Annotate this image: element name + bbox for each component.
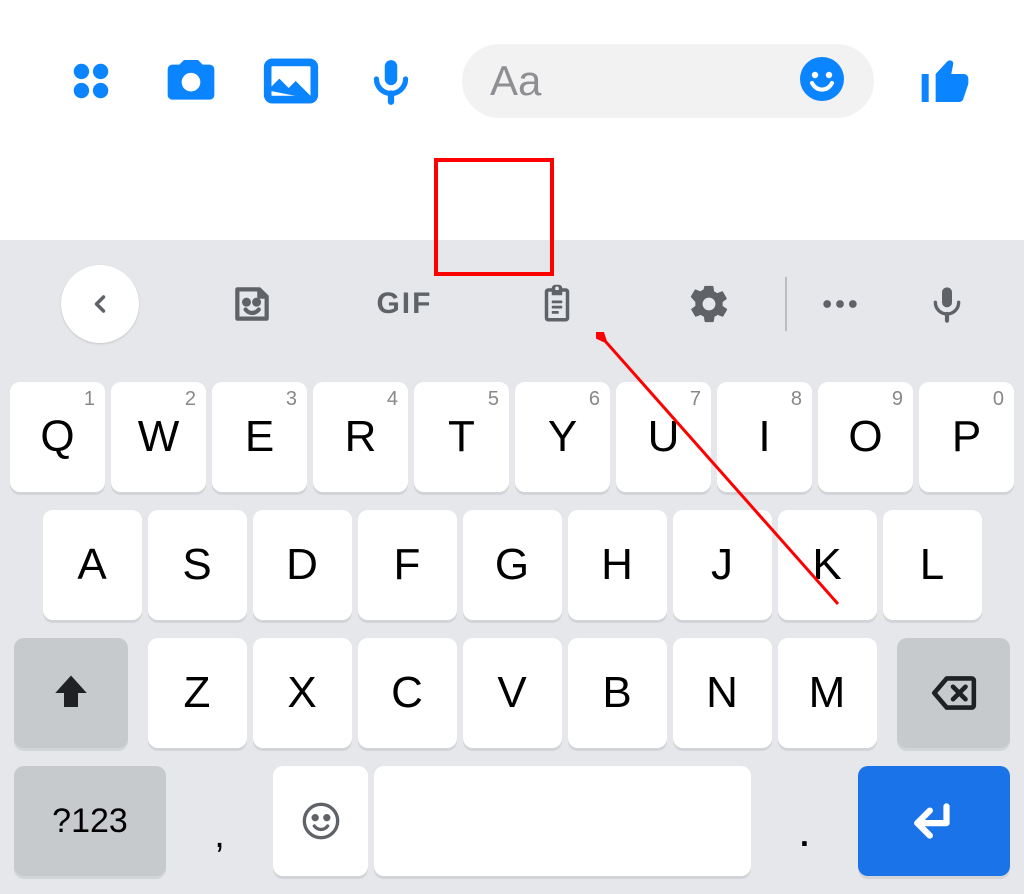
key-l[interactable]: L — [883, 510, 982, 620]
more-icon[interactable] — [787, 240, 894, 368]
key-x[interactable]: X — [253, 638, 352, 748]
key-row-3: Z X C V B N M — [148, 638, 877, 748]
keyboard-back-button[interactable] — [24, 240, 176, 368]
key-row-2: A S D F G H J K L — [6, 510, 1018, 620]
key-p[interactable]: 0P — [919, 382, 1014, 492]
symbols-key[interactable]: ?123 — [14, 766, 166, 876]
key-t[interactable]: 5T — [414, 382, 509, 492]
like-icon[interactable] — [916, 52, 974, 110]
key-o[interactable]: 9O — [818, 382, 913, 492]
period-key[interactable]: . — [757, 766, 852, 876]
key-d[interactable]: D — [253, 510, 352, 620]
key-w[interactable]: 2W — [111, 382, 206, 492]
key-c[interactable]: C — [358, 638, 457, 748]
comma-key[interactable]: , — [172, 766, 267, 876]
key-b[interactable]: B — [568, 638, 667, 748]
voice-input-icon[interactable] — [893, 240, 1000, 368]
messenger-composer: Aa — [0, 0, 1024, 162]
settings-icon[interactable] — [633, 240, 785, 368]
clipboard-icon[interactable] — [481, 240, 633, 368]
camera-icon[interactable] — [162, 52, 220, 110]
onscreen-keyboard: GIF 1Q 2W 3E 4R 5T 6Y 7U 8I 9O 0P — [0, 240, 1024, 894]
key-v[interactable]: V — [463, 638, 562, 748]
key-r[interactable]: 4R — [313, 382, 408, 492]
key-s[interactable]: S — [148, 510, 247, 620]
shift-key[interactable] — [14, 638, 128, 748]
key-g[interactable]: G — [463, 510, 562, 620]
keyboard-toolbar: GIF — [0, 240, 1024, 368]
apps-icon[interactable] — [62, 52, 120, 110]
gallery-icon[interactable] — [262, 52, 320, 110]
enter-key[interactable] — [858, 766, 1010, 876]
key-rows: 1Q 2W 3E 4R 5T 6Y 7U 8I 9O 0P A S D F G … — [0, 368, 1024, 894]
message-input[interactable]: Aa — [462, 44, 874, 118]
key-f[interactable]: F — [358, 510, 457, 620]
backspace-key[interactable] — [897, 638, 1011, 748]
emoji-key[interactable] — [273, 766, 368, 876]
key-k[interactable]: K — [778, 510, 877, 620]
key-q[interactable]: 1Q — [10, 382, 105, 492]
sticker-icon[interactable] — [176, 240, 328, 368]
key-y[interactable]: 6Y — [515, 382, 610, 492]
message-placeholder: Aa — [490, 57, 786, 105]
key-n[interactable]: N — [673, 638, 772, 748]
key-u[interactable]: 7U — [616, 382, 711, 492]
gif-label: GIF — [376, 287, 432, 321]
key-i[interactable]: 8I — [717, 382, 812, 492]
key-row-1: 1Q 2W 3E 4R 5T 6Y 7U 8I 9O 0P — [6, 382, 1018, 492]
key-z[interactable]: Z — [148, 638, 247, 748]
key-e[interactable]: 3E — [212, 382, 307, 492]
key-h[interactable]: H — [568, 510, 667, 620]
mic-icon[interactable] — [362, 52, 420, 110]
space-key[interactable] — [374, 766, 751, 876]
key-a[interactable]: A — [43, 510, 142, 620]
emoji-picker-icon[interactable] — [798, 55, 846, 108]
key-j[interactable]: J — [673, 510, 772, 620]
gif-button[interactable]: GIF — [328, 240, 480, 368]
key-m[interactable]: M — [778, 638, 877, 748]
